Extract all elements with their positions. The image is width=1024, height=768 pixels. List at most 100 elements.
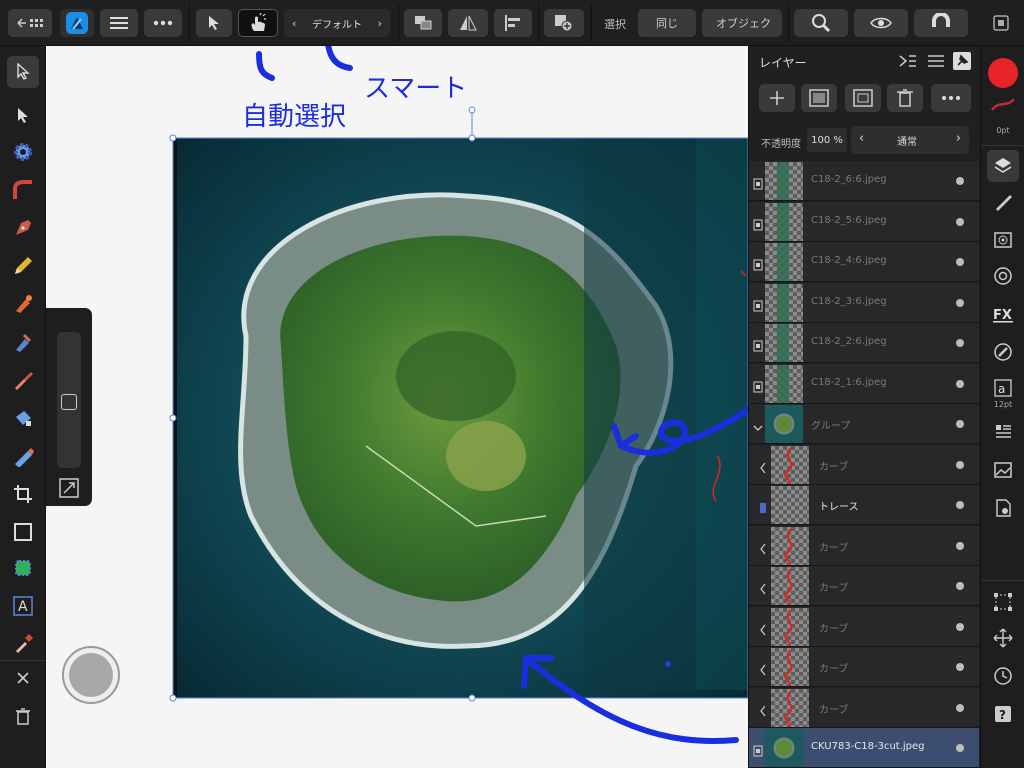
view-zoom-button[interactable]: [794, 9, 848, 37]
curve-node-icon[interactable]: [759, 661, 769, 676]
opacity-field[interactable]: 100 %: [807, 128, 847, 152]
curve-node-icon[interactable]: [759, 702, 769, 716]
fill-tool[interactable]: [7, 326, 39, 358]
image-layer-icon[interactable]: [753, 337, 763, 352]
pin-panel-icon[interactable]: [953, 52, 971, 70]
persona-button[interactable]: [60, 9, 94, 37]
layer-row[interactable]: カーブ: [749, 606, 979, 647]
node-tool[interactable]: [7, 100, 39, 132]
chevron-right-icon[interactable]: ›: [378, 17, 382, 30]
stroke-swatch[interactable]: [989, 96, 1017, 118]
image-layer-icon[interactable]: [753, 742, 763, 757]
visibility-toggle[interactable]: [956, 379, 964, 388]
flip-button[interactable]: [448, 9, 488, 37]
visibility-toggle[interactable]: [956, 703, 964, 712]
stroke-studio-button[interactable]: [987, 336, 1019, 368]
chevron-down-icon[interactable]: [753, 418, 763, 431]
chevron-left-icon[interactable]: ‹: [292, 17, 296, 30]
back-button[interactable]: [8, 9, 52, 37]
chevron-right-icon[interactable]: ›: [956, 131, 961, 146]
visibility-toggle[interactable]: [956, 663, 964, 671]
layers-studio-button[interactable]: [987, 150, 1019, 182]
size-slider[interactable]: [57, 332, 81, 468]
add-layer-button[interactable]: [759, 84, 795, 112]
text-tool[interactable]: A: [7, 590, 39, 622]
collapse-panel-icon[interactable]: [899, 53, 917, 72]
visibility-toggle[interactable]: [956, 217, 964, 226]
more-button[interactable]: [144, 9, 182, 37]
layer-row[interactable]: グループ: [749, 404, 979, 444]
layer-row[interactable]: カーブ: [749, 687, 979, 728]
visibility-toggle[interactable]: [956, 744, 964, 752]
move-tool[interactable]: [7, 56, 39, 88]
expand-icon[interactable]: [59, 478, 79, 502]
delete-layer-button[interactable]: [887, 84, 923, 112]
layer-row[interactable]: カーブ: [749, 525, 979, 566]
visibility-toggle[interactable]: [956, 298, 964, 307]
select-object-button[interactable]: オブジェク: [702, 9, 782, 37]
arrange-button[interactable]: [404, 9, 442, 37]
fullscreen-button[interactable]: [986, 9, 1016, 37]
image-layer-icon[interactable]: [753, 378, 763, 392]
pen-tool[interactable]: [7, 212, 39, 244]
layer-row[interactable]: C18-2_5:6.jpeg: [749, 201, 979, 242]
shape-tool[interactable]: [7, 552, 39, 584]
layer-row[interactable]: カーブ: [749, 566, 979, 606]
image-layer-icon[interactable]: [753, 297, 763, 311]
fill-color-swatch[interactable]: [988, 58, 1018, 88]
snapping-preset-selector[interactable]: ‹ デフォルト ›: [284, 9, 390, 37]
visibility-toggle[interactable]: [956, 541, 964, 550]
history-studio-button[interactable]: [987, 660, 1019, 692]
group-layers-button[interactable]: [845, 84, 881, 112]
layer-row[interactable]: トレース: [749, 485, 979, 525]
document-canvas[interactable]: 自動選択 スマート: [46, 46, 748, 768]
visibility-toggle[interactable]: [956, 622, 964, 631]
visibility-toggle[interactable]: [956, 177, 964, 185]
curve-node-icon[interactable]: [759, 580, 769, 595]
layer-row[interactable]: カーブ: [749, 647, 979, 687]
modifier-button[interactable]: [62, 646, 120, 704]
visibility-toggle[interactable]: [956, 460, 964, 469]
curve-node-icon[interactable]: [759, 540, 769, 554]
snapping-button[interactable]: [914, 9, 968, 37]
corner-tool[interactable]: [7, 174, 39, 206]
layer-more-button[interactable]: [931, 84, 971, 112]
align-button[interactable]: [494, 9, 532, 37]
pencil-tool[interactable]: [7, 250, 39, 282]
layer-row[interactable]: CKU783-C18-3cut.jpeg: [749, 728, 979, 768]
visibility-toggle[interactable]: [956, 501, 964, 509]
layer-row[interactable]: C18-2_2:6.jpeg: [749, 323, 979, 363]
blend-mode-selector[interactable]: ‹ 通常 ›: [851, 126, 969, 154]
image-layer-icon[interactable]: [753, 216, 763, 230]
fx-studio-button[interactable]: FX: [987, 298, 1019, 330]
document-settings-button[interactable]: [987, 492, 1019, 524]
image-layer-icon[interactable]: [753, 175, 763, 190]
panel-menu-icon[interactable]: [927, 53, 945, 72]
effects-studio-button[interactable]: [987, 224, 1019, 256]
navigator-studio-button[interactable]: [987, 622, 1019, 654]
select-tool-button[interactable]: [196, 9, 232, 37]
curve-node-icon[interactable]: [759, 459, 769, 473]
add-mask-button[interactable]: [801, 84, 837, 112]
transform-studio-button[interactable]: [987, 586, 1019, 618]
layer-row[interactable]: C18-2_4:6.jpeg: [749, 242, 979, 282]
crop-tool[interactable]: [7, 478, 39, 510]
gear-tool[interactable]: [7, 136, 39, 168]
visibility-toggle[interactable]: [956, 339, 964, 347]
visibility-toggle[interactable]: [956, 258, 964, 266]
image-layer-icon[interactable]: [753, 256, 763, 271]
vector-brush-tool[interactable]: [7, 288, 39, 320]
brushes-studio-button[interactable]: [987, 186, 1019, 218]
curve-node-icon[interactable]: [759, 621, 769, 635]
layer-row[interactable]: C18-2_6:6.jpeg: [749, 161, 979, 201]
appearance-studio-button[interactable]: [987, 260, 1019, 292]
pixel-layer-icon[interactable]: [759, 499, 769, 513]
pixel-brush-tool[interactable]: [7, 364, 39, 396]
close-tool[interactable]: [7, 662, 39, 694]
layer-row[interactable]: カーブ: [749, 444, 979, 485]
help-button[interactable]: ?: [987, 698, 1019, 730]
transparency-tool[interactable]: [7, 402, 39, 434]
view-mode-button[interactable]: [854, 9, 908, 37]
menu-button[interactable]: [100, 9, 138, 37]
auto-select-button[interactable]: [238, 9, 278, 37]
